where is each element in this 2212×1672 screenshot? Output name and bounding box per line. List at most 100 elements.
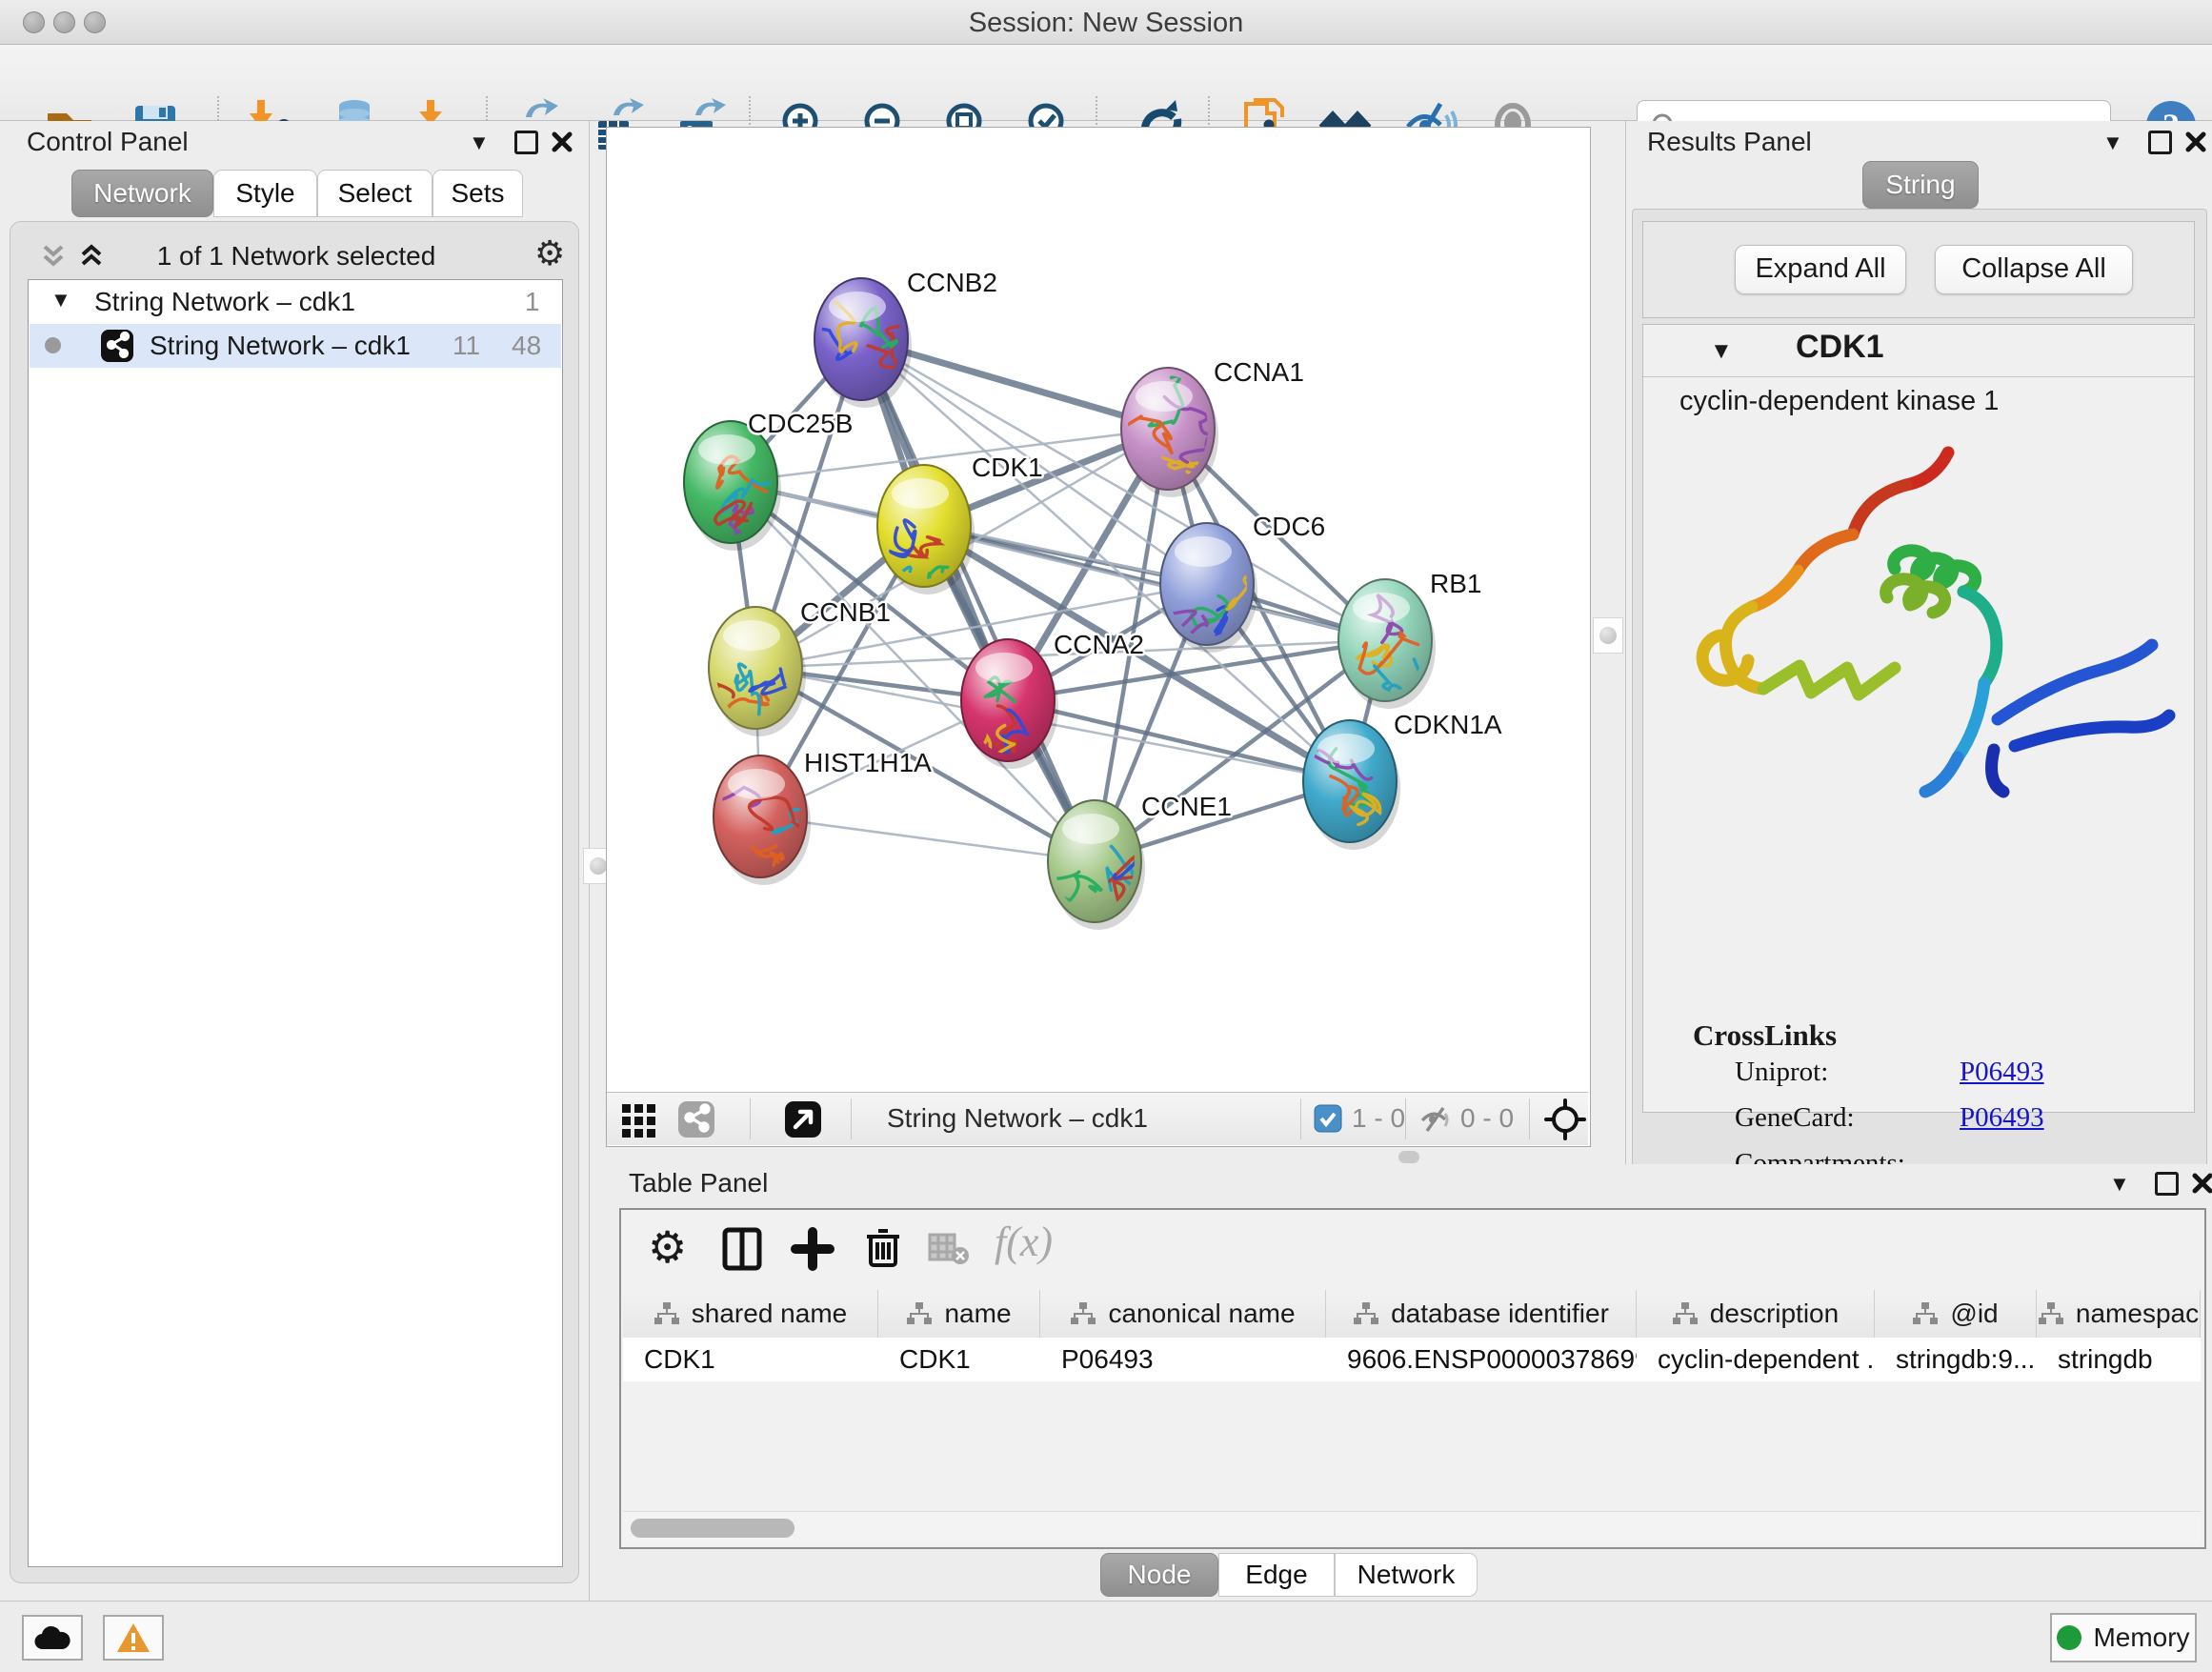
memory-button[interactable]: Memory <box>2050 1613 2197 1662</box>
table-cell[interactable]: CDK1 <box>878 1338 1040 1381</box>
crosslink-row-genecard: GeneCard:P06493 <box>1735 1102 2044 1148</box>
table-panel-close-icon[interactable] <box>2191 1172 2212 1199</box>
node-label-RB1: RB1 <box>1430 569 1481 598</box>
crosslink-label: GeneCard: <box>1735 1102 1960 1134</box>
network-options-gear-icon[interactable]: ⚙ <box>534 233 565 273</box>
table-container: ⚙ f(x) shared namenamecanonical namedata… <box>619 1208 2206 1549</box>
control-panel: Control Panel ▼ Network Style Select Set… <box>0 121 590 1601</box>
crosslinks-title: CrossLinks <box>1693 1018 1837 1053</box>
table-function-icon: f(x) <box>995 1218 1053 1266</box>
crosslink-link[interactable]: P06493 <box>1960 1057 2044 1087</box>
gene-collapse-icon[interactable]: ▼ <box>1710 338 1733 365</box>
column-type-icon <box>1070 1301 1096 1326</box>
column-header--id[interactable]: @id <box>1875 1290 2037 1338</box>
results-buttons-box: Expand All Collapse All <box>1642 221 2195 318</box>
column-header-shared-name[interactable]: shared name <box>623 1290 878 1338</box>
protein-structure-image <box>1662 435 2177 816</box>
table-row[interactable]: CDK1CDK1P064939606.ENSP00000378699cyclin… <box>623 1338 2201 1381</box>
table-hscrollbar-thumb[interactable] <box>631 1519 794 1538</box>
hidden-eye-slash-icon <box>1418 1102 1453 1141</box>
network-node-CDKN1A[interactable] <box>1303 720 1400 850</box>
table-cell[interactable]: stringdb <box>2037 1338 2201 1381</box>
results-panel-close-icon[interactable] <box>2184 131 2207 158</box>
table-remove-column-icon <box>928 1231 970 1270</box>
table-add-icon[interactable] <box>791 1227 835 1276</box>
tab-edge-table[interactable]: Edge Table <box>1218 1553 1335 1597</box>
table-panel-collapse-icon[interactable]: ▼ <box>2109 1172 2130 1197</box>
table-cell[interactable]: P06493 <box>1040 1338 1326 1381</box>
column-header-description[interactable]: description <box>1637 1290 1875 1338</box>
gene-description: cyclin-dependent kinase 1 <box>1679 386 1999 417</box>
warning-button[interactable] <box>103 1615 164 1661</box>
crosslink-row-uniprot: Uniprot:P06493 <box>1735 1057 2044 1102</box>
tab-sets[interactable]: Sets <box>432 170 523 217</box>
collapse-all-button[interactable]: Collapse All <box>1935 245 2133 294</box>
bottom-splitter-handle[interactable] <box>1398 1151 1419 1163</box>
table-panel: Table Panel ▼ ⚙ f(x) shared namenamecano… <box>606 1164 2212 1601</box>
network-node-CDC6[interactable] <box>1160 523 1270 655</box>
warning-icon <box>115 1622 151 1654</box>
tab-select[interactable]: Select <box>317 170 432 217</box>
network-current-dot-icon <box>45 337 61 353</box>
column-type-icon <box>1912 1301 1939 1326</box>
network-node-CCNB1[interactable] <box>693 607 806 736</box>
results-panel-float-icon[interactable] <box>2148 131 2172 154</box>
crosslink-link[interactable]: P06493 <box>1960 1102 2044 1133</box>
bottom-statusbar: Memory <box>0 1601 2212 1672</box>
right-splitter-handle[interactable] <box>1593 617 1623 654</box>
table-cell[interactable]: stringdb:9... <box>1875 1338 2037 1381</box>
birdseye-navigator-icon[interactable] <box>784 1100 822 1143</box>
network-list: ▼ String Network – cdk1 1 String Network… <box>28 279 563 1567</box>
column-header-namespac[interactable]: namespac <box>2037 1290 2201 1338</box>
gene-section: ▼ CDK1 cyclin-dependent kinase 1 <box>1642 324 2195 1113</box>
table-cell[interactable]: 9606.ENSP00000378699 <box>1326 1338 1637 1381</box>
table-cell[interactable]: cyclin-dependent ... <box>1637 1338 1875 1381</box>
node-label-CCNB1: CCNB1 <box>800 597 891 627</box>
memory-status-icon <box>2057 1625 2081 1650</box>
table-panel-float-icon[interactable] <box>2155 1172 2179 1196</box>
table-columns-icon[interactable] <box>720 1227 764 1276</box>
expand-all-networks-icon[interactable] <box>75 239 108 276</box>
table-cell[interactable]: CDK1 <box>623 1338 878 1381</box>
network-node-CCNB2[interactable] <box>787 278 912 408</box>
tab-network[interactable]: Network <box>71 170 213 217</box>
network-row[interactable]: String Network – cdk1 11 48 <box>30 324 561 368</box>
tree-expand-icon[interactable]: ▼ <box>50 288 71 312</box>
network-selection-status: 1 of 1 Network selected <box>125 241 468 272</box>
results-panel-collapse-icon[interactable]: ▼ <box>2102 131 2123 155</box>
tab-style[interactable]: Style <box>213 170 317 217</box>
network-share-view-icon[interactable] <box>677 1100 715 1143</box>
selected-checkbox-icon[interactable] <box>1314 1104 1342 1138</box>
network-canvas[interactable]: CCNB2CCNA1CDC25BCDK1CDC6RB1CCNB1CCNA2CDK… <box>607 128 1588 1092</box>
column-type-icon <box>906 1301 933 1326</box>
expand-all-button[interactable]: Expand All <box>1735 245 1906 294</box>
node-label-HIST1H1A: HIST1H1A <box>804 748 932 777</box>
grid-view-icon[interactable] <box>620 1100 658 1143</box>
network-collection-row[interactable]: ▼ String Network – cdk1 1 <box>30 280 561 324</box>
network-edge-count: 48 <box>512 331 541 361</box>
control-panel-collapse-icon[interactable]: ▼ <box>469 131 490 155</box>
table-settings-gear-icon[interactable]: ⚙ <box>648 1221 687 1273</box>
crosshair-icon[interactable] <box>1544 1098 1586 1145</box>
node-label-CDC25B: CDC25B <box>748 409 853 438</box>
collection-count: 1 <box>525 287 540 317</box>
table-hscrollbar[interactable] <box>623 1511 2201 1544</box>
column-header-name[interactable]: name <box>878 1290 1040 1338</box>
control-panel-close-icon[interactable] <box>551 131 573 158</box>
table-panel-title: Table Panel <box>629 1168 768 1199</box>
column-header-database-identifier[interactable]: database identifier <box>1326 1290 1637 1338</box>
tab-network-table[interactable]: Network Table <box>1335 1553 1478 1597</box>
node-label-CCNA1: CCNA1 <box>1214 357 1304 387</box>
cloud-button[interactable] <box>22 1615 83 1661</box>
tab-string-results[interactable]: String <box>1862 161 1979 209</box>
control-panel-float-icon[interactable] <box>514 131 538 154</box>
collapse-all-networks-icon[interactable] <box>37 239 70 276</box>
network-node-RB1[interactable] <box>1338 579 1436 709</box>
crosslink-label: Uniprot: <box>1735 1057 1960 1088</box>
tab-node-table[interactable]: Node Table <box>1100 1553 1218 1597</box>
column-header-canonical-name[interactable]: canonical name <box>1040 1290 1326 1338</box>
table-delete-icon[interactable] <box>861 1225 905 1274</box>
node-label-CCNA2: CCNA2 <box>1054 630 1144 659</box>
network-node-CCNE1[interactable] <box>1048 800 1156 930</box>
column-type-icon <box>654 1301 680 1326</box>
